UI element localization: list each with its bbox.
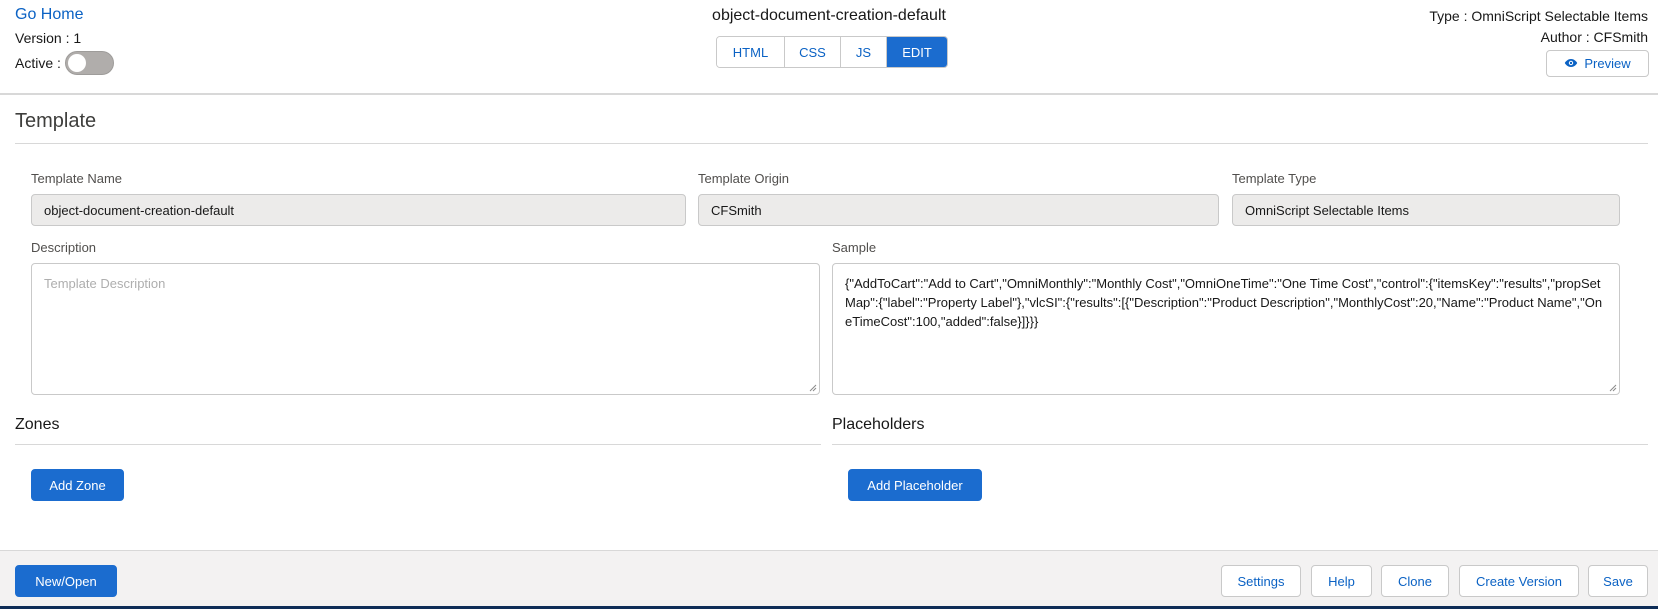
template-origin-field[interactable]: CFSmith	[698, 194, 1219, 226]
template-name-field[interactable]: object-document-creation-default	[31, 194, 686, 226]
template-type-field-label: Template Type	[1232, 171, 1317, 186]
zones-title: Zones	[15, 416, 60, 433]
preview-button[interactable]: Preview	[1546, 50, 1649, 77]
eye-icon	[1564, 56, 1578, 71]
add-placeholder-button[interactable]: Add Placeholder	[848, 469, 982, 501]
resize-handle-icon[interactable]	[809, 384, 817, 392]
sample-label: Sample	[832, 240, 877, 255]
tab-html[interactable]: HTML	[717, 37, 785, 67]
section-title-template: Template	[15, 110, 97, 132]
preview-label: Preview	[1584, 56, 1631, 71]
tab-edit[interactable]: EDIT	[887, 37, 947, 67]
save-button[interactable]: Save	[1588, 565, 1648, 597]
template-origin-label: Template Origin	[698, 171, 790, 186]
placeholders-divider	[832, 444, 1648, 445]
footer-bar: New/Open Settings Help Clone Create Vers…	[0, 550, 1658, 609]
template-type-label: Type : OmniScript Selectable Items	[1429, 8, 1648, 24]
version-label: Version : 1	[15, 30, 82, 46]
add-zone-button[interactable]: Add Zone	[31, 469, 124, 501]
new-open-button[interactable]: New/Open	[15, 565, 117, 597]
resize-handle-icon[interactable]	[1609, 384, 1617, 392]
settings-button[interactable]: Settings	[1221, 565, 1301, 597]
section-divider	[15, 143, 1648, 144]
description-textarea[interactable]: Template Description	[31, 263, 820, 395]
tab-css[interactable]: CSS	[785, 37, 841, 67]
sample-textarea[interactable]: {"AddToCart":"Add to Cart","OmniMonthly"…	[832, 263, 1620, 395]
template-type-field[interactable]: OmniScript Selectable Items	[1232, 194, 1620, 226]
placeholders-title: Placeholders	[832, 416, 925, 433]
editor-tab-group: HTML CSS JS EDIT	[716, 36, 948, 68]
zones-divider	[15, 444, 821, 445]
sample-value: {"AddToCart":"Add to Cart","OmniMonthly"…	[845, 276, 1603, 329]
description-label: Description	[31, 240, 97, 255]
tab-js[interactable]: JS	[841, 37, 887, 67]
active-label: Active :	[15, 55, 61, 71]
create-version-button[interactable]: Create Version	[1459, 565, 1579, 597]
author-label: Author : CFSmith	[1540, 29, 1648, 45]
description-placeholder: Template Description	[44, 276, 166, 291]
header-bar: Go Home Version : 1 Active : object-docu…	[0, 0, 1658, 95]
active-row: Active :	[15, 51, 114, 75]
help-button[interactable]: Help	[1311, 565, 1372, 597]
toggle-knob	[67, 54, 86, 72]
document-title: object-document-creation-default	[712, 7, 946, 24]
clone-button[interactable]: Clone	[1381, 565, 1449, 597]
active-toggle[interactable]	[64, 51, 114, 75]
template-name-label: Template Name	[31, 171, 123, 186]
